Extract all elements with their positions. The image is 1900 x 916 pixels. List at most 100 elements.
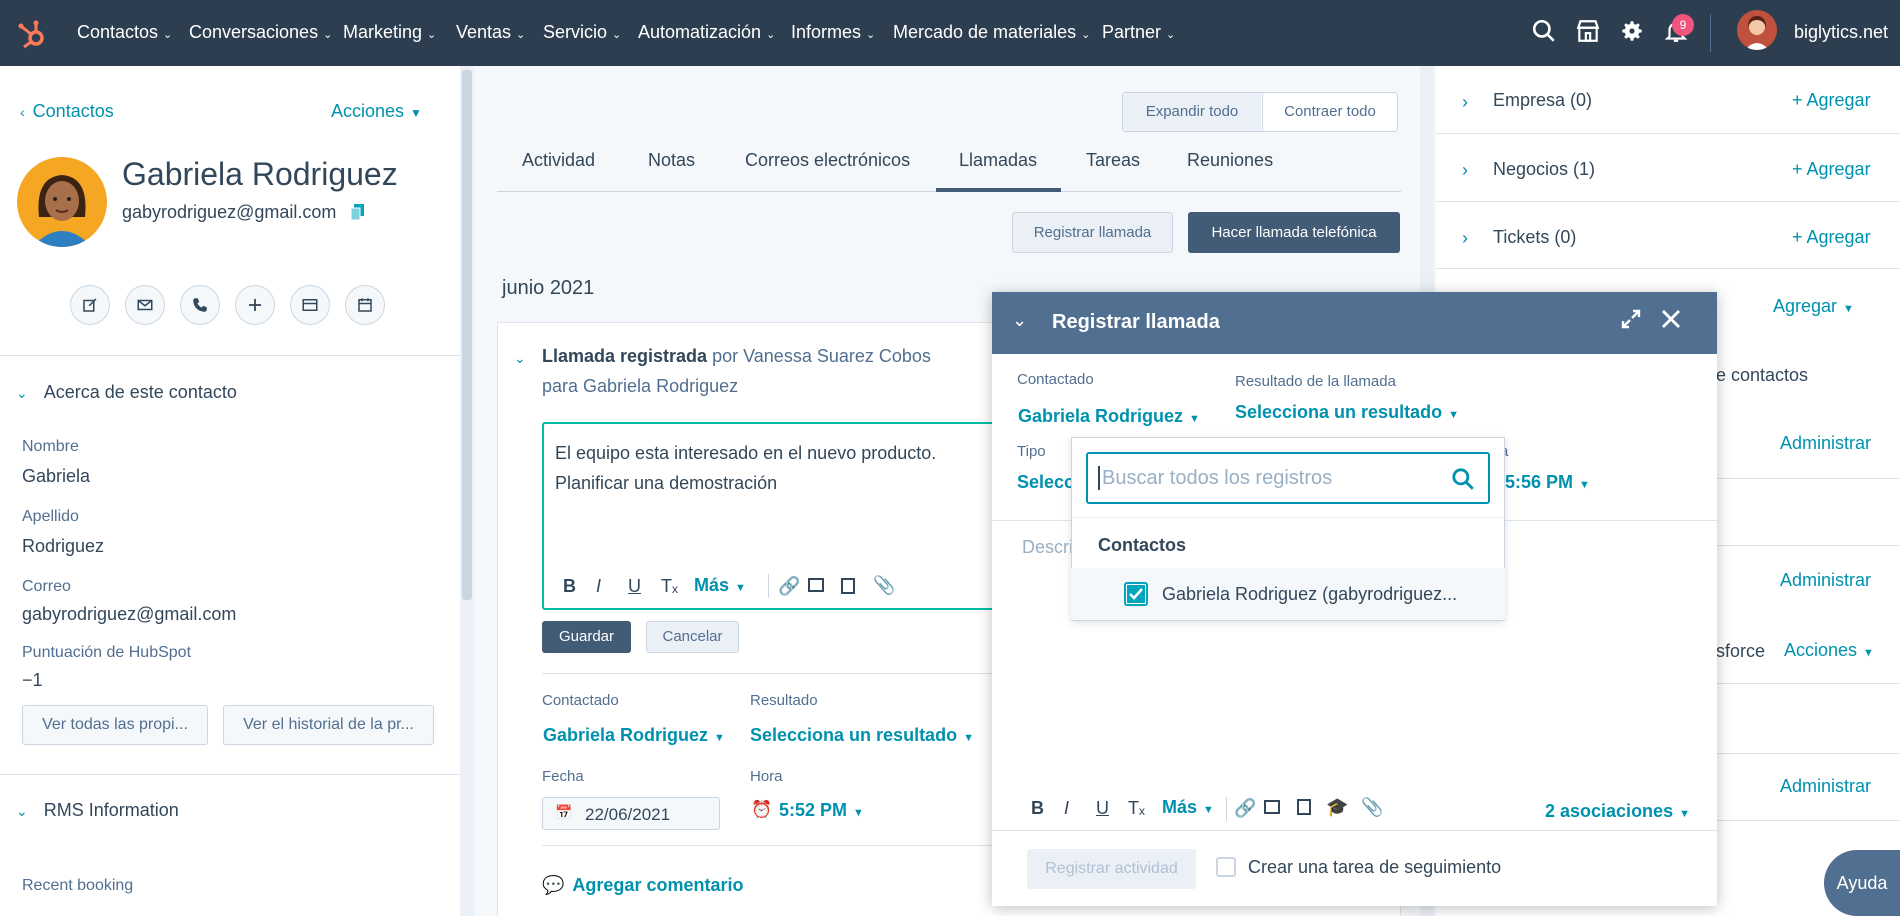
note-text-line[interactable]: El equipo esta interesado en el nuevo pr… — [555, 443, 936, 464]
cancel-button[interactable]: Cancelar — [646, 621, 739, 653]
add-deal-link[interactable]: + Agregar — [1792, 159, 1871, 180]
collapse-all-button[interactable]: Contraer todo — [1262, 93, 1397, 131]
settings-gear-icon[interactable] — [1619, 18, 1649, 48]
prop-value-lastname[interactable]: Rodriguez — [22, 536, 104, 557]
nav-automatizacion[interactable]: Automatización ⌄ — [638, 22, 775, 43]
contact-avatar[interactable] — [17, 157, 107, 247]
bold-icon[interactable]: B — [1031, 798, 1044, 819]
rms-section-toggle[interactable]: ⌄ RMS Information — [16, 800, 179, 821]
tab-actividad[interactable]: Actividad — [522, 150, 595, 171]
nav-marketing[interactable]: Marketing ⌄ — [343, 22, 436, 43]
companies-section-label[interactable]: Empresa (0) — [1493, 90, 1592, 111]
save-button[interactable]: Guardar — [542, 621, 631, 653]
tab-llamadas[interactable]: Llamadas — [959, 150, 1037, 171]
back-to-contacts-link[interactable]: ‹ Contactos — [20, 101, 114, 122]
link-icon[interactable]: 🔗 — [1234, 798, 1256, 819]
tab-correos[interactable]: Correos electrónicos — [745, 150, 910, 171]
schedule-meeting-button[interactable] — [345, 285, 385, 325]
attachment-icon[interactable]: 📎 — [1361, 797, 1383, 818]
contact-actions-dropdown[interactable]: Acciones ▼ — [331, 101, 422, 122]
clear-format-icon[interactable]: Tₓ — [661, 576, 678, 597]
more-formatting-dropdown[interactable]: Más ▼ — [694, 575, 746, 596]
search-icon[interactable] — [1531, 18, 1561, 48]
nav-servicio[interactable]: Servicio ⌄ — [543, 22, 621, 43]
followup-label[interactable]: Crear una tarea de seguimiento — [1248, 857, 1501, 878]
tab-reuniones[interactable]: Reuniones — [1187, 150, 1273, 171]
chevron-right-icon[interactable]: › — [1462, 228, 1468, 249]
date-input[interactable]: 📅 22/06/2021 — [542, 797, 720, 830]
nav-partner[interactable]: Partner ⌄ — [1102, 22, 1175, 43]
marketplace-icon[interactable] — [1575, 18, 1605, 48]
chevron-right-icon[interactable]: › — [1462, 92, 1468, 113]
help-button[interactable]: Ayuda — [1824, 850, 1900, 916]
log-call-button[interactable]: Registrar llamada — [1012, 212, 1173, 253]
email-action-button[interactable] — [125, 285, 165, 325]
more-formatting-dropdown[interactable]: Más ▼ — [1162, 797, 1214, 818]
followup-checkbox[interactable] — [1216, 857, 1236, 877]
left-scrollbar-thumb[interactable] — [462, 70, 472, 600]
log-activity-button[interactable]: Registrar actividad — [1027, 849, 1196, 889]
italic-icon[interactable]: I — [1064, 798, 1069, 819]
snippet-icon[interactable] — [1297, 799, 1311, 815]
description-placeholder[interactable]: Descri — [1022, 537, 1073, 558]
attachment-icon[interactable]: 📎 — [873, 575, 895, 596]
call-action-button[interactable] — [180, 285, 220, 325]
chevron-down-icon[interactable]: ⌄ — [514, 350, 526, 367]
tab-tareas[interactable]: Tareas — [1086, 150, 1140, 171]
modal-type-dropdown[interactable]: Selecci — [1017, 472, 1079, 493]
dropdown-contact-option[interactable]: Gabriela Rodriguez (gabyrodriguez... — [1071, 568, 1505, 620]
add-ticket-link[interactable]: + Agregar — [1792, 227, 1871, 248]
tab-notas[interactable]: Notas — [648, 150, 695, 171]
create-task-button[interactable] — [235, 285, 275, 325]
nav-mercado[interactable]: Mercado de materiales ⌄ — [893, 22, 1090, 43]
bold-icon[interactable]: B — [563, 576, 576, 597]
copy-icon[interactable] — [350, 204, 365, 221]
add-company-link[interactable]: + Agregar — [1792, 90, 1871, 111]
time-dropdown[interactable]: 5:52 PM ▼ — [779, 800, 864, 821]
about-section-toggle[interactable]: ⌄ Acerca de este contacto — [16, 382, 237, 403]
user-avatar[interactable] — [1737, 10, 1777, 50]
italic-icon[interactable]: I — [596, 576, 601, 597]
make-phone-call-button[interactable]: Hacer llamada telefónica — [1188, 212, 1400, 253]
prop-value-firstname[interactable]: Gabriela — [22, 466, 90, 487]
nav-informes[interactable]: Informes ⌄ — [791, 22, 875, 43]
image-icon[interactable] — [808, 578, 824, 592]
nav-conversaciones[interactable]: Conversaciones ⌄ — [189, 22, 332, 43]
contacted-dropdown[interactable]: Gabriela Rodriguez ▼ — [543, 725, 725, 746]
note-text-line[interactable]: Planificar una demostración — [555, 473, 777, 494]
add-dropdown[interactable]: Agregar ▼ — [1773, 296, 1854, 317]
add-comment-link[interactable]: 💬 Agregar comentario — [542, 875, 743, 896]
hubspot-logo-icon[interactable] — [16, 18, 48, 50]
prop-value-email[interactable]: gabyrodriguez@gmail.com — [22, 604, 236, 625]
manage-link[interactable]: Administrar — [1780, 776, 1871, 797]
graduation-cap-icon[interactable]: 🎓 — [1326, 797, 1348, 818]
nav-ventas[interactable]: Ventas ⌄ — [456, 22, 525, 43]
view-all-properties-button[interactable]: Ver todas las propi... — [22, 705, 208, 745]
result-dropdown[interactable]: Selecciona un resultado ▼ — [750, 725, 974, 746]
modal-time-dropdown[interactable]: 5:56 PM ▼ — [1505, 472, 1590, 493]
image-icon[interactable] — [1264, 800, 1280, 814]
close-icon[interactable] — [1660, 308, 1682, 330]
collapse-chevron-icon[interactable]: ⌄ — [1012, 310, 1027, 331]
nav-contactos[interactable]: Contactos ⌄ — [77, 22, 172, 43]
salesforce-actions-dropdown[interactable]: Acciones ▼ — [1784, 640, 1874, 661]
manage-link[interactable]: Administrar — [1780, 570, 1871, 591]
associations-dropdown[interactable]: 2 asociaciones ▼ — [1545, 801, 1690, 822]
checkbox-checked-icon[interactable] — [1124, 582, 1148, 606]
log-activity-button[interactable] — [290, 285, 330, 325]
manage-link[interactable]: Administrar — [1780, 433, 1871, 454]
chevron-right-icon[interactable]: › — [1462, 160, 1468, 181]
modal-contacted-dropdown[interactable]: Gabriela Rodriguez ▼ — [1018, 406, 1200, 427]
clear-format-icon[interactable]: Tₓ — [1128, 798, 1145, 819]
link-icon[interactable]: 🔗 — [778, 576, 800, 597]
modal-result-dropdown[interactable]: Selecciona un resultado ▼ — [1235, 402, 1459, 423]
note-action-button[interactable] — [70, 285, 110, 325]
expand-icon[interactable] — [1620, 308, 1642, 330]
deals-section-label[interactable]: Negocios (1) — [1493, 159, 1595, 180]
search-records-input[interactable]: Buscar todos los registros — [1086, 452, 1490, 504]
search-icon[interactable] — [1450, 466, 1476, 492]
account-name[interactable]: biglytics.net — [1794, 22, 1888, 43]
tickets-section-label[interactable]: Tickets (0) — [1493, 227, 1576, 248]
underline-icon[interactable]: U — [628, 576, 641, 597]
expand-all-button[interactable]: Expandir todo — [1123, 93, 1261, 131]
